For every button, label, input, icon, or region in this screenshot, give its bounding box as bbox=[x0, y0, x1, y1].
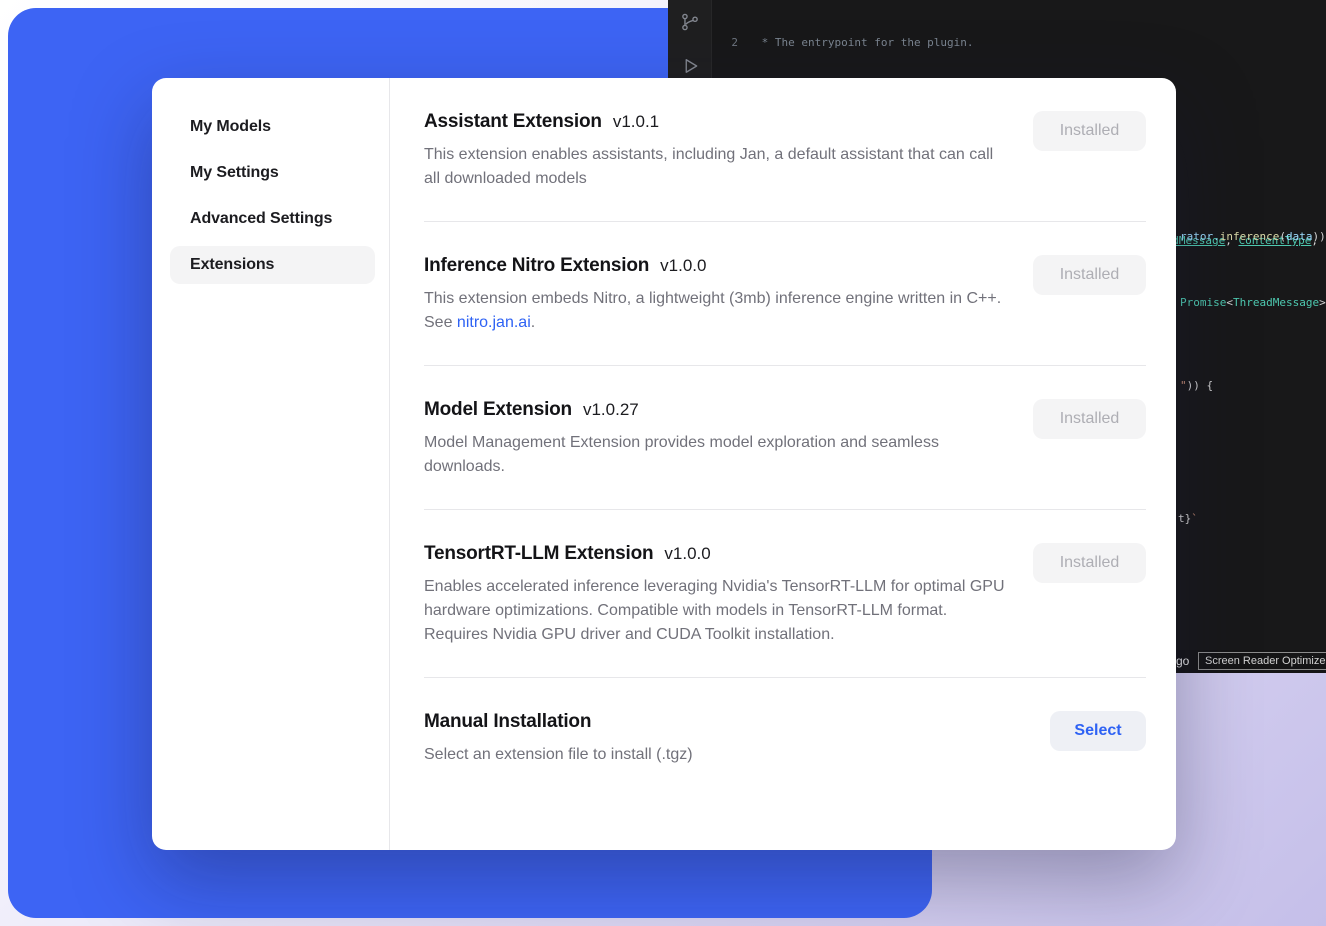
manual-installation-description: Select an extension file to install (.tg… bbox=[424, 743, 693, 767]
installed-button[interactable]: Installed bbox=[1033, 543, 1146, 583]
manual-installation-title: Manual Installation bbox=[424, 711, 591, 733]
code-fragment: t}` bbox=[1178, 512, 1198, 525]
extension-version: v1.0.1 bbox=[613, 112, 659, 132]
line-number: 2 bbox=[712, 35, 738, 52]
run-debug-icon[interactable] bbox=[678, 54, 702, 78]
nitro-jan-ai-link[interactable]: nitro.jan.ai bbox=[457, 314, 531, 331]
status-text: go bbox=[1176, 654, 1189, 668]
description-suffix: . bbox=[531, 314, 535, 331]
extension-row-assistant: Assistant Extension v1.0.1 This extensio… bbox=[424, 78, 1146, 221]
screen-reader-badge[interactable]: Screen Reader Optimized bbox=[1198, 652, 1326, 670]
extension-description: This extension embeds Nitro, a lightweig… bbox=[424, 287, 1009, 335]
extension-description: Model Management Extension provides mode… bbox=[424, 431, 1009, 479]
extension-row-tensorrt-llm: TensortRT-LLM Extension v1.0.0 Enables a… bbox=[424, 510, 1146, 677]
extensions-panel: Assistant Extension v1.0.1 This extensio… bbox=[390, 78, 1176, 850]
extension-name: TensortRT-LLM Extension bbox=[424, 543, 653, 565]
sidebar-item-my-models[interactable]: My Models bbox=[170, 108, 375, 146]
extension-version: v1.0.27 bbox=[583, 400, 639, 420]
code-fragment: Promise<ThreadMessage> bbox=[1180, 296, 1326, 309]
extension-name: Model Extension bbox=[424, 399, 572, 421]
manual-installation-row: Manual Installation Select an extension … bbox=[424, 678, 1146, 797]
sidebar-item-my-settings[interactable]: My Settings bbox=[170, 154, 375, 192]
extension-name: Assistant Extension bbox=[424, 111, 602, 133]
code-fragment: ")) { bbox=[1180, 379, 1213, 392]
code-text: * The entrypoint for the plugin. bbox=[755, 35, 974, 52]
sidebar-item-extensions[interactable]: Extensions bbox=[170, 246, 375, 284]
extension-row-inference-nitro: Inference Nitro Extension v1.0.0 This ex… bbox=[424, 222, 1146, 365]
installed-button[interactable]: Installed bbox=[1033, 111, 1146, 151]
sidebar-item-advanced-settings[interactable]: Advanced Settings bbox=[170, 200, 375, 238]
code-line: 2 * The entrypoint for the plugin. bbox=[712, 35, 1326, 52]
code-fragment: rator.inference(data)); bbox=[1180, 230, 1326, 243]
page: 2 * The entrypoint for the plugin. 3 */ … bbox=[0, 0, 1326, 926]
source-control-icon[interactable] bbox=[678, 10, 702, 34]
settings-sidebar: My Models My Settings Advanced Settings … bbox=[152, 78, 390, 850]
extension-description: This extension enables assistants, inclu… bbox=[424, 143, 1009, 191]
extension-name: Inference Nitro Extension bbox=[424, 255, 649, 277]
extension-row-model: Model Extension v1.0.27 Model Management… bbox=[424, 366, 1146, 509]
extension-version: v1.0.0 bbox=[660, 256, 706, 276]
installed-button[interactable]: Installed bbox=[1033, 399, 1146, 439]
settings-modal: My Models My Settings Advanced Settings … bbox=[152, 78, 1176, 850]
installed-button[interactable]: Installed bbox=[1033, 255, 1146, 295]
select-button[interactable]: Select bbox=[1050, 711, 1146, 751]
extension-version: v1.0.0 bbox=[664, 544, 710, 564]
extension-description: Enables accelerated inference leveraging… bbox=[424, 575, 1009, 647]
